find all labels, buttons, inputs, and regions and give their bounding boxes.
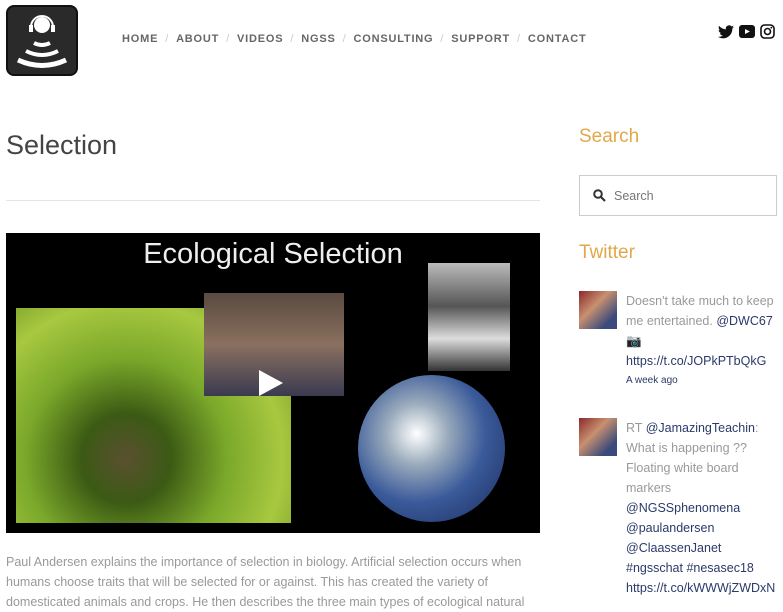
avatar[interactable] [579,418,617,456]
tweet: Doesn't take much to keep me entertained… [579,291,781,391]
youtube-icon[interactable] [739,25,755,38]
mention-link[interactable]: @JamazingTeachin [646,421,755,435]
site-logo[interactable] [6,5,78,76]
mention-link[interactable]: @DWC67 [716,314,772,328]
camera-icon: 📷 [626,334,642,348]
darwin-image [428,263,510,371]
nav-consulting[interactable]: CONSULTING [354,33,434,45]
divider [6,200,540,201]
nav-home[interactable]: HOME [122,33,158,45]
nav-support[interactable]: SUPPORT [451,33,510,45]
play-icon[interactable] [259,370,283,396]
page-title: Selection [6,130,118,160]
search-heading: Search [579,126,640,147]
video-description: Paul Andersen explains the importance of… [6,555,525,609]
social-links [718,24,775,39]
hashtags[interactable]: #ngsschat #nesasec18 [626,561,754,575]
tweet-time[interactable]: A week ago [626,371,781,391]
main-nav: HOME / ABOUT / VIDEOS / NGSS / CONSULTING / S… [122,33,587,45]
tweet: RT @JamazingTeachin: What is happening ?… [579,418,781,598]
nav-about[interactable]: ABOUT [176,33,219,45]
mention-link[interactable]: @ClaassenJanet [626,541,721,555]
tweet-link[interactable]: https://t.co/kWWWjZWDxN [626,581,775,595]
search-input[interactable] [614,188,764,203]
search-box[interactable] [579,175,777,216]
instagram-icon[interactable] [760,24,775,39]
earth-image [358,375,505,522]
twitter-icon[interactable] [718,24,734,39]
twitter-heading: Twitter [579,242,635,263]
video-player[interactable]: Ecological Selection [6,233,540,533]
mention-link[interactable]: @NGSSphenomena [626,501,740,515]
search-icon [593,189,606,202]
tweet-link[interactable]: https://t.co/JOPkPTbQkG [626,354,766,368]
nav-videos[interactable]: VIDEOS [237,33,283,45]
nav-ngss[interactable]: NGSS [301,33,335,45]
mention-link[interactable]: @paulandersen [626,521,714,535]
nav-contact[interactable]: CONTACT [528,33,587,45]
avatar[interactable] [579,291,617,329]
